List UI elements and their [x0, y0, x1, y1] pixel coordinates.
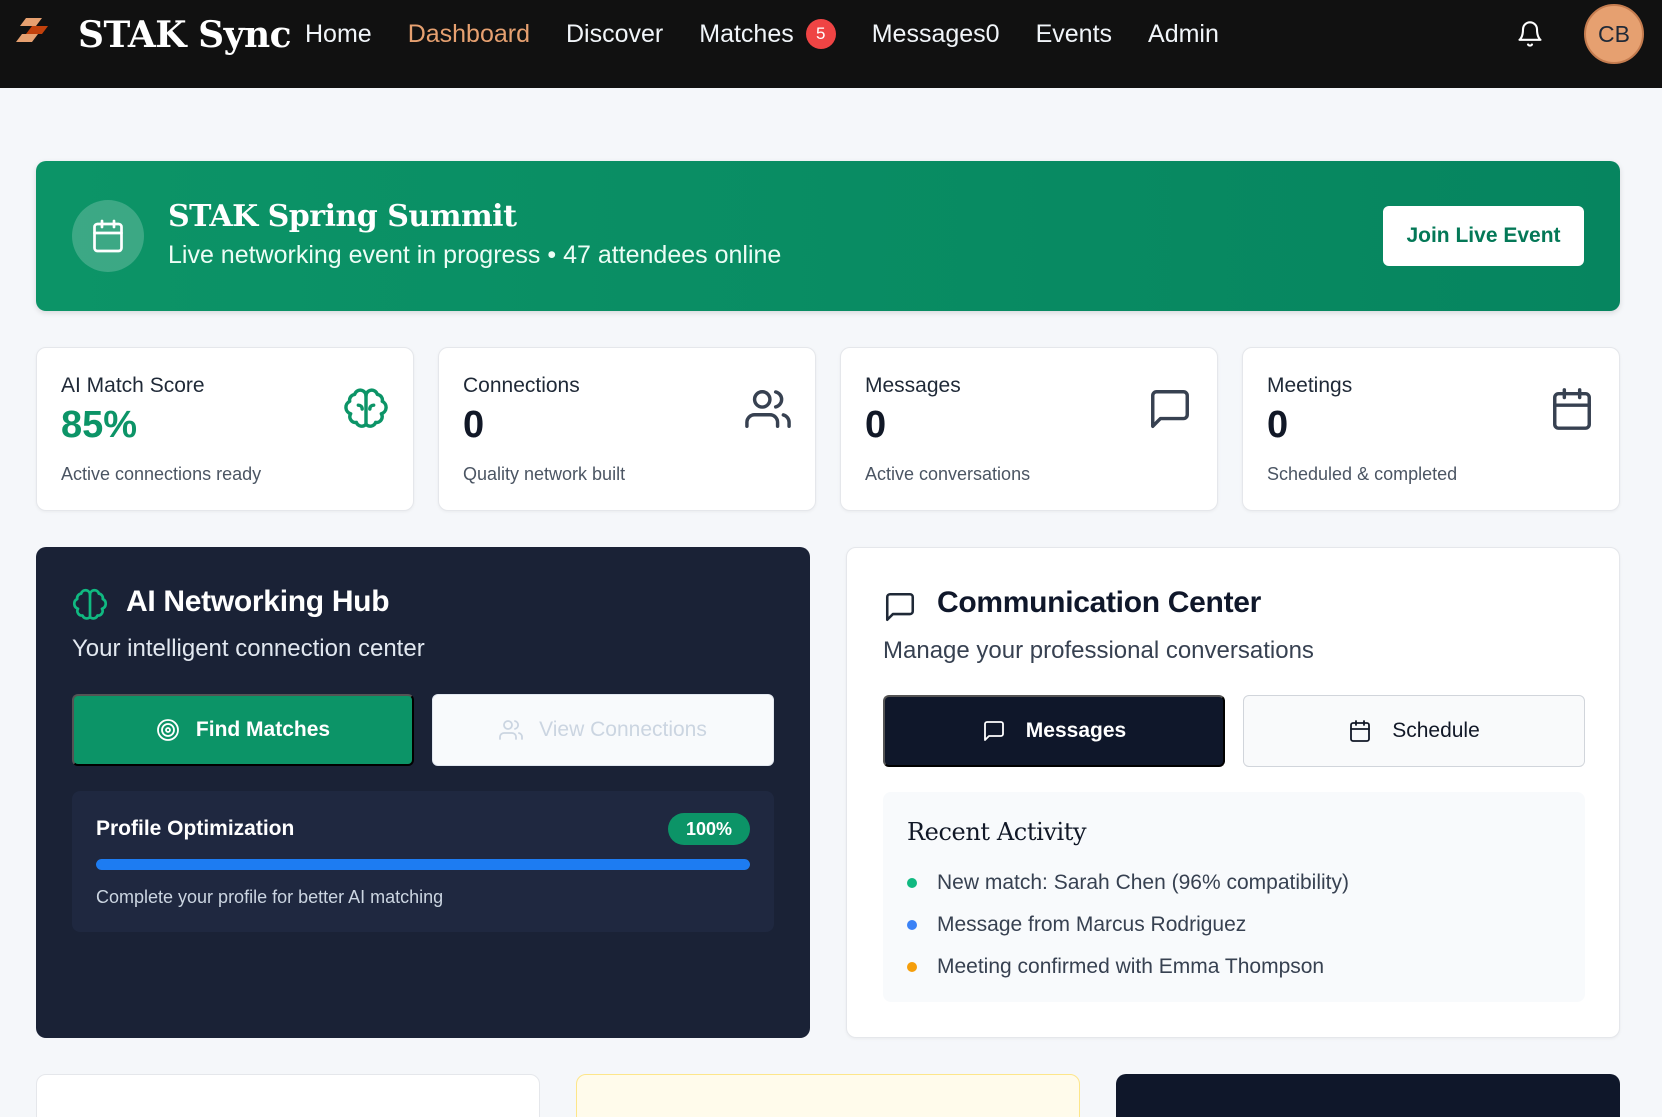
brain-icon — [344, 388, 388, 428]
nav-link-matches[interactable]: Matches 5 — [699, 19, 836, 49]
nav-link-label: Dashboard — [407, 19, 530, 48]
recent-activity-title: Recent Activity — [907, 818, 1087, 846]
bottom-card-left — [36, 1074, 540, 1117]
hub-subtitle: Your intelligent connection center — [72, 635, 425, 662]
banner-icon-circle — [72, 200, 144, 272]
activity-text: Meeting confirmed with Emma Thompson — [937, 955, 1325, 978]
stat-subtext: Scheduled & completed — [1267, 464, 1458, 484]
event-title: STAK Spring Summit — [168, 199, 517, 234]
stat-value: 0 — [865, 404, 887, 446]
calendar-icon — [1350, 720, 1371, 742]
stat-card-ai-match-score: AI Match Score 85% Active connections re… — [36, 347, 414, 511]
activity-text: Message from Marcus Rodriguez — [937, 913, 1247, 936]
nav-link-dashboard[interactable]: Dashboard — [408, 20, 530, 49]
stat-label: Connections — [463, 374, 580, 397]
status-dot — [907, 962, 917, 972]
button-label: View Connections — [539, 718, 707, 741]
users-icon — [745, 390, 791, 428]
activity-item[interactable]: New match: Sarah Chen (96% compatibility… — [907, 862, 1349, 904]
stat-value: 0 — [463, 404, 485, 446]
stat-value: 0 — [1267, 404, 1289, 446]
top-navbar: STAK Sync Home Dashboard Discover Matche… — [0, 0, 1662, 88]
communication-center-card: Communication Center Manage your profess… — [846, 547, 1620, 1038]
comm-subtitle: Manage your professional conversations — [883, 637, 1314, 664]
stat-label: AI Match Score — [61, 374, 205, 397]
brand-name[interactable]: STAK Sync — [78, 14, 292, 56]
join-live-event-button[interactable]: Join Live Event — [1383, 206, 1584, 266]
nav-link-label: Home — [305, 19, 372, 48]
stat-card-messages: Messages 0 Active conversations — [840, 347, 1218, 511]
target-icon — [157, 719, 179, 741]
nav-link-label: Discover — [566, 19, 664, 48]
activity-text: New match: Sarah Chen (96% compatibility… — [937, 871, 1350, 894]
schedule-button[interactable]: Schedule — [1243, 695, 1585, 767]
nav-link-home[interactable]: Home — [305, 20, 372, 49]
messages-button[interactable]: Messages — [883, 695, 1225, 767]
message-icon — [885, 592, 915, 622]
nav-link-label: Matches — [699, 19, 794, 48]
stat-subtext: Quality network built — [463, 464, 626, 484]
status-dot — [907, 920, 917, 930]
status-dot — [907, 878, 917, 888]
activity-item[interactable]: Message from Marcus Rodriguez — [907, 904, 1349, 946]
nav-links: Home Dashboard Discover Matches 5 Message… — [305, 0, 1255, 68]
bell-icon[interactable] — [1516, 20, 1544, 48]
stat-value: 85% — [61, 404, 138, 446]
profile-progress-bar — [96, 859, 750, 870]
ai-networking-hub-card: AI Networking Hub Your intelligent conne… — [36, 547, 810, 1038]
button-label: Find Matches — [195, 718, 331, 741]
profile-progress-fill — [96, 859, 750, 870]
live-event-banner: STAK Spring Summit Live networking event… — [36, 161, 1620, 311]
stat-card-connections: Connections 0 Quality network built — [438, 347, 816, 511]
view-connections-button[interactable]: View Connections — [432, 694, 774, 766]
nav-link-label: Messages0 — [871, 19, 1000, 48]
nav-link-admin[interactable]: Admin — [1148, 20, 1219, 49]
recent-activity-panel: Recent Activity New match: Sarah Chen (9… — [883, 792, 1585, 1002]
nav-link-messages[interactable]: Messages0 — [872, 20, 1000, 49]
profile-percent-badge: 100% — [668, 813, 750, 845]
profile-optimization-note: Complete your profile for better AI matc… — [96, 887, 444, 907]
calendar-icon — [1553, 388, 1591, 430]
find-matches-button[interactable]: Find Matches — [72, 694, 414, 766]
activity-item[interactable]: Meeting confirmed with Emma Thompson — [907, 946, 1349, 988]
stat-label: Meetings — [1267, 374, 1353, 397]
activity-list: New match: Sarah Chen (96% compatibility… — [907, 862, 1349, 988]
avatar[interactable]: CB — [1584, 4, 1644, 64]
comm-title: Communication Center — [937, 586, 1262, 619]
hub-title: AI Networking Hub — [126, 585, 390, 618]
bottom-card-right — [1116, 1074, 1620, 1117]
profile-optimization-title: Profile Optimization — [96, 817, 295, 840]
nav-link-discover[interactable]: Discover — [566, 20, 663, 49]
nav-link-label: Admin — [1148, 19, 1219, 48]
calendar-icon — [93, 219, 123, 253]
matches-count-badge: 5 — [805, 19, 836, 49]
message-icon — [983, 721, 1004, 741]
button-label: Schedule — [1392, 719, 1480, 742]
nav-link-label: Events — [1035, 19, 1113, 48]
nav-link-events[interactable]: Events — [1036, 20, 1112, 49]
brain-icon — [72, 588, 108, 620]
stat-label: Messages — [865, 374, 961, 397]
stat-subtext: Active conversations — [865, 464, 1031, 484]
bottom-card-middle — [576, 1074, 1080, 1117]
button-label: Messages — [1025, 719, 1127, 742]
stak-logo-icon[interactable] — [16, 16, 50, 44]
stat-card-meetings: Meetings 0 Scheduled & completed — [1242, 347, 1620, 511]
profile-optimization-panel: Profile Optimization 100% Complete your … — [72, 791, 774, 932]
message-icon — [1151, 390, 1189, 428]
event-subtitle: Live networking event in progress • 47 a… — [168, 241, 782, 269]
users-icon — [499, 720, 524, 740]
stat-subtext: Active connections ready — [61, 464, 262, 484]
